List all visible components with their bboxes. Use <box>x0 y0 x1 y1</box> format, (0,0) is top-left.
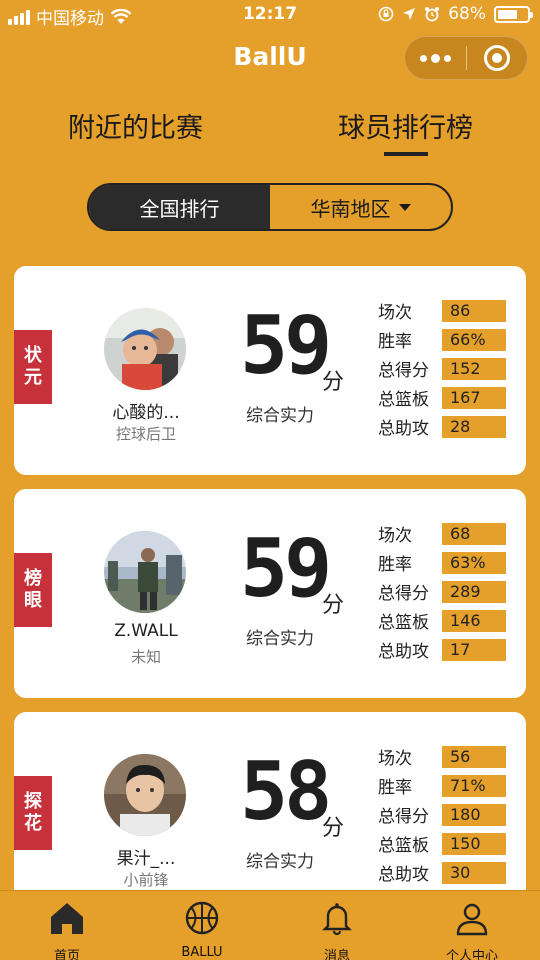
more-icon[interactable] <box>405 53 466 63</box>
rank-ribbon: 探 花 <box>14 776 52 850</box>
stat-win-rate: 胜率 71% <box>378 771 506 800</box>
stat-games: 场次 86 <box>378 296 506 325</box>
bottom-nav-label: BALLU <box>181 945 223 960</box>
stat-total-points: 总得分 152 <box>378 354 506 383</box>
score-unit: 分 <box>322 816 345 841</box>
player-name: Z.WALL <box>114 621 178 641</box>
home-icon <box>51 903 83 934</box>
score-label: 综合实力 <box>246 629 314 649</box>
active-tab-indicator <box>384 152 428 156</box>
miniprogram-capsule <box>404 36 528 80</box>
player-stats: 场次 86 胜率 66% 总得分 152 总篮板 167 总助攻 28 <box>378 296 506 441</box>
basketball-icon <box>185 901 219 935</box>
avatar[interactable] <box>104 754 186 836</box>
ranking-scope-switch: 全国排行 华南地区 <box>87 183 453 231</box>
stat-games: 场次 56 <box>378 742 506 771</box>
close-miniprogram-icon[interactable] <box>466 45 527 71</box>
stat-total-assists: 总助攻 28 <box>378 412 506 441</box>
bottom-nav-messages[interactable]: 消息 <box>292 899 382 960</box>
tab-nearby-games[interactable]: 附近的比赛 <box>68 106 203 145</box>
region-label: 华南地区 <box>310 196 391 221</box>
region-dropdown[interactable]: 华南地区 <box>270 185 451 229</box>
alarm-icon <box>425 7 440 22</box>
stat-total-rebounds: 总篮板 146 <box>378 606 506 635</box>
tab-player-ranking[interactable]: 球员排行榜 <box>338 106 473 145</box>
bell-icon <box>322 903 352 936</box>
score-label: 综合实力 <box>246 852 314 872</box>
bottom-nav-profile[interactable]: 个人中心 <box>427 899 517 960</box>
bottom-nav-ballu[interactable]: BALLU <box>157 899 247 960</box>
player-score: 58 <box>240 745 332 838</box>
bottom-nav-label: 个人中心 <box>445 949 498 960</box>
caret-down-icon <box>398 203 411 211</box>
orientation-lock-icon <box>378 6 394 22</box>
player-card[interactable]: 状 元 心酸的... 控球后卫 59 分 综合实力 场次 86 胜率 66% 总得分… <box>14 266 526 475</box>
stat-total-assists: 总助攻 30 <box>378 858 506 887</box>
score-label: 综合实力 <box>246 406 314 426</box>
stat-total-assists: 总助攻 17 <box>378 635 506 664</box>
top-tabs: 附近的比赛 球员排行榜 <box>0 100 540 160</box>
player-position: 控球后卫 <box>115 425 176 443</box>
rank-ribbon: 榜 眼 <box>14 553 52 627</box>
battery-icon <box>494 5 533 23</box>
score-unit: 分 <box>322 370 345 395</box>
stat-total-points: 总得分 180 <box>378 800 506 829</box>
bottom-nav-home[interactable]: 首页 <box>22 899 112 960</box>
player-stats: 场次 56 胜率 71% 总得分 180 总篮板 150 总助攻 30 <box>378 742 506 887</box>
status-bar: 中国移动 12:17 68% <box>0 0 540 30</box>
player-position: 未知 <box>130 648 161 666</box>
national-ranking-button[interactable]: 全国排行 <box>89 185 270 229</box>
bottom-nav-label: 消息 <box>323 949 350 960</box>
avatar[interactable] <box>104 531 186 613</box>
avatar[interactable] <box>104 308 186 390</box>
player-name: 心酸的... <box>112 403 180 423</box>
player-card[interactable]: 榜 眼 Z.WALL 未知 59 分 综合实力 场次 68 胜率 63% 总得分 28… <box>14 489 526 698</box>
stat-total-rebounds: 总篮板 150 <box>378 829 506 858</box>
player-name: 果汁_... <box>116 849 176 869</box>
rank-ribbon: 状 元 <box>14 330 52 404</box>
bottom-nav-label: 首页 <box>53 949 80 960</box>
player-stats: 场次 68 胜率 63% 总得分 289 总篮板 146 总助攻 17 <box>378 519 506 664</box>
stat-games: 场次 68 <box>378 519 506 548</box>
player-score: 59 <box>240 299 332 392</box>
stat-total-rebounds: 总篮板 167 <box>378 383 506 412</box>
player-position: 小前锋 <box>123 871 169 889</box>
nav-bar: BallU <box>0 30 540 88</box>
battery-percent: 68% <box>448 4 486 24</box>
stat-total-points: 总得分 289 <box>378 577 506 606</box>
user-icon <box>456 903 488 936</box>
score-unit: 分 <box>322 593 345 618</box>
stat-win-rate: 胜率 66% <box>378 325 506 354</box>
location-icon <box>403 8 416 20</box>
bottom-tab-bar: 首页 BALLU 消息 个人中心 <box>0 890 540 960</box>
player-score: 59 <box>240 522 332 615</box>
stat-win-rate: 胜率 63% <box>378 548 506 577</box>
